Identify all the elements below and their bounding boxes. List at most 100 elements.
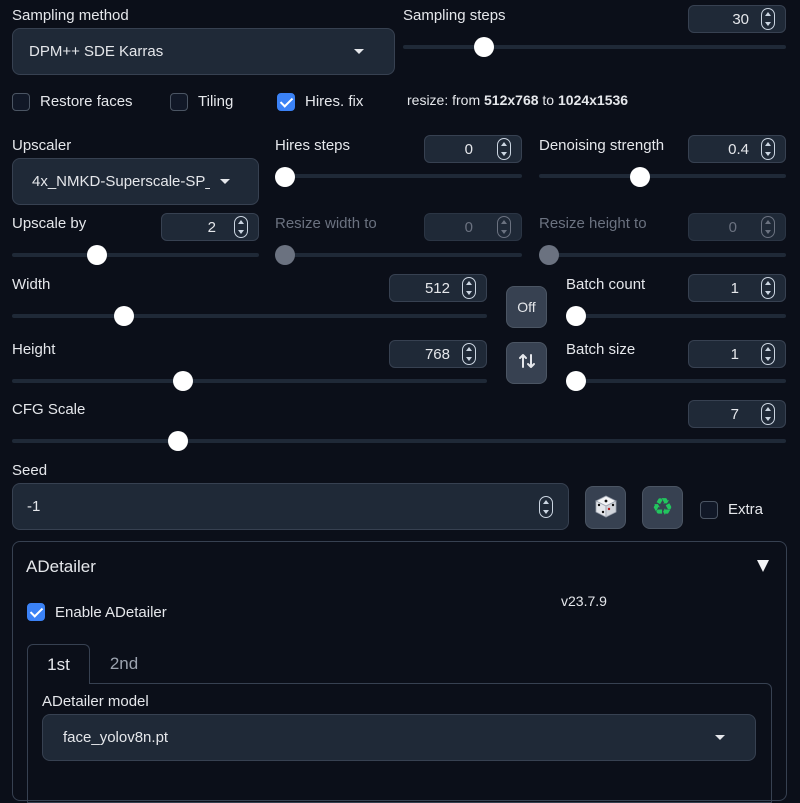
seed-value: -1 — [27, 498, 41, 515]
denoising-strength-label: Denoising strength — [539, 137, 665, 154]
batch-count-slider-track[interactable] — [566, 314, 786, 318]
enable-adetailer-checkbox[interactable] — [27, 603, 45, 621]
spinner-icon[interactable] — [539, 495, 553, 518]
adetailer-model-label: ADetailer model — [42, 693, 149, 710]
spinner-icon[interactable] — [761, 277, 775, 299]
cfg-scale-label: CFG Scale — [12, 401, 86, 418]
hires-steps-label: Hires steps — [275, 137, 351, 154]
spinner-icon — [761, 216, 775, 238]
resize-width-input: 0 — [424, 213, 522, 241]
seed-label: Seed — [12, 462, 48, 479]
batch-size-slider-track[interactable] — [566, 379, 786, 383]
spinner-icon[interactable] — [462, 277, 476, 299]
sampling-steps-label: Sampling steps — [403, 7, 506, 24]
tab-1st[interactable]: 1st — [27, 644, 90, 684]
denoising-strength-value: 0.4 — [728, 140, 749, 158]
width-value: 512 — [424, 279, 450, 297]
cfg-scale-value: 7 — [730, 405, 739, 423]
chevron-down-icon — [354, 49, 364, 54]
hires-steps-input[interactable]: 0 — [424, 135, 522, 163]
height-slider-thumb[interactable] — [173, 371, 193, 391]
adetailer-model-dropdown[interactable]: face_yolov8n.pt — [42, 714, 756, 761]
batch-size-slider-thumb[interactable] — [566, 371, 586, 391]
swap-dimensions-button[interactable] — [506, 342, 547, 384]
sampling-steps-value: 30 — [732, 10, 749, 28]
upscale-by-slider-thumb[interactable] — [87, 245, 107, 265]
batch-count-value: 1 — [730, 279, 739, 297]
spinner-icon[interactable] — [761, 138, 775, 160]
spinner-icon[interactable] — [761, 8, 775, 30]
height-value: 768 — [424, 345, 450, 363]
enable-adetailer-label: Enable ADetailer — [55, 604, 167, 621]
batch-size-label: Batch size — [566, 341, 636, 358]
upscale-by-label: Upscale by — [12, 215, 87, 232]
upscale-by-value: 2 — [207, 218, 216, 236]
hires-steps-value: 0 — [464, 140, 473, 158]
hires-fix-checkbox[interactable] — [277, 93, 295, 111]
cfg-scale-slider-track[interactable] — [12, 439, 786, 443]
sampling-steps-input[interactable]: 30 — [688, 5, 786, 33]
seed-input[interactable]: -1 — [12, 483, 569, 530]
adetailer-version: v23.7.9 — [561, 593, 607, 609]
tab-1st-label: 1st — [47, 654, 70, 674]
tab-2nd[interactable]: 2nd — [90, 644, 158, 684]
resize-width-slider-thumb — [275, 245, 295, 265]
upscale-by-input[interactable]: 2 — [161, 213, 259, 241]
reuse-seed-button[interactable]: ♻ — [642, 486, 683, 529]
batch-count-slider-thumb[interactable] — [566, 306, 586, 326]
height-label: Height — [12, 341, 56, 358]
resize-height-input: 0 — [688, 213, 786, 241]
sampling-method-dropdown[interactable]: DPM++ SDE Karras — [12, 28, 395, 75]
batch-count-input[interactable]: 1 — [688, 274, 786, 302]
spinner-icon[interactable] — [761, 403, 775, 425]
collapse-triangle-icon[interactable] — [757, 560, 769, 572]
spinner-icon[interactable] — [761, 343, 775, 365]
adetailer-title[interactable]: ADetailer — [26, 557, 96, 577]
hires-steps-slider-track[interactable] — [275, 174, 522, 178]
denoising-strength-slider-thumb[interactable] — [630, 167, 650, 187]
hires-steps-slider-thumb[interactable] — [275, 167, 295, 187]
resize-info: resize: from 512x768 to 1024x1536 — [407, 92, 629, 108]
adetailer-model-value: face_yolov8n.pt — [63, 729, 169, 746]
upscaler-label: Upscaler — [12, 137, 72, 154]
width-input[interactable]: 512 — [389, 274, 487, 302]
spinner-icon[interactable] — [462, 343, 476, 365]
sampling-steps-slider-thumb[interactable] — [474, 37, 494, 57]
resize-height-slider-track — [539, 253, 786, 257]
tab-2nd-label: 2nd — [109, 654, 139, 673]
batch-count-label: Batch count — [566, 276, 646, 293]
batch-size-value: 1 — [730, 345, 739, 363]
width-slider-track[interactable] — [12, 314, 487, 318]
sampling-method-label: Sampling method — [12, 7, 129, 24]
restore-faces-checkbox[interactable] — [12, 93, 30, 111]
height-input[interactable]: 768 — [389, 340, 487, 368]
restore-faces-label: Restore faces — [40, 93, 133, 110]
recycle-icon: ♻ — [651, 493, 674, 521]
random-seed-button[interactable] — [585, 486, 626, 529]
cfg-scale-input[interactable]: 7 — [688, 400, 786, 428]
height-slider-track[interactable] — [12, 379, 487, 383]
tiling-checkbox[interactable] — [170, 93, 188, 111]
tiling-label: Tiling — [198, 93, 234, 110]
width-slider-thumb[interactable] — [114, 306, 134, 326]
cfg-scale-slider-thumb[interactable] — [168, 431, 188, 451]
resize-width-label: Resize width to — [275, 215, 377, 232]
resize-width-slider-track — [275, 253, 522, 257]
hires-fix-label: Hires. fix — [305, 93, 364, 110]
denoising-strength-input[interactable]: 0.4 — [688, 135, 786, 163]
batch-size-input[interactable]: 1 — [688, 340, 786, 368]
chevron-down-icon — [715, 735, 725, 740]
spinner-icon — [497, 216, 511, 238]
extra-label: Extra — [728, 501, 764, 518]
resize-width-value: 0 — [464, 218, 473, 236]
off-button[interactable]: Off — [506, 286, 547, 328]
spinner-icon[interactable] — [497, 138, 511, 160]
sampling-method-value: DPM++ SDE Karras — [29, 43, 164, 60]
extra-checkbox[interactable] — [700, 501, 718, 519]
width-label: Width — [12, 276, 51, 293]
sampling-steps-slider-track[interactable] — [403, 45, 786, 49]
upscale-by-slider-track[interactable] — [12, 253, 259, 257]
spinner-icon[interactable] — [234, 216, 248, 238]
denoising-strength-slider-track[interactable] — [539, 174, 786, 178]
upscaler-dropdown[interactable]: 4x_NMKD-Superscale-SP_178000_G — [12, 158, 259, 205]
